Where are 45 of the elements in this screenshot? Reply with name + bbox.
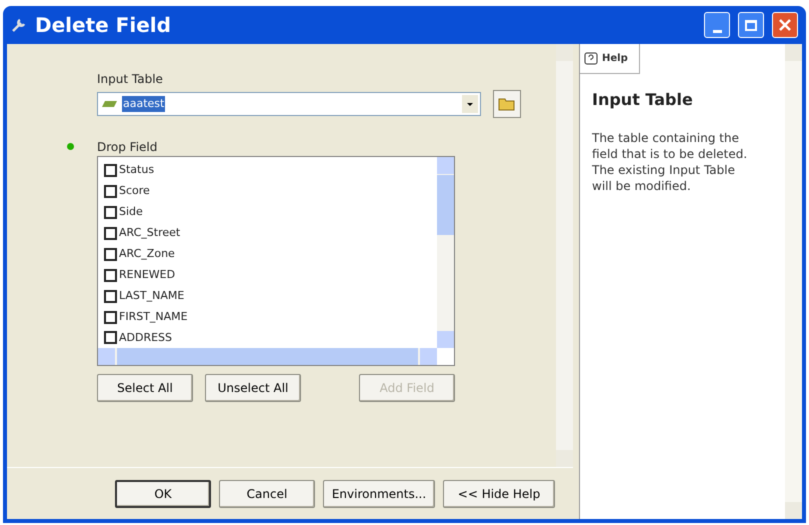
checklist-item[interactable]: Score <box>104 180 437 202</box>
help-tab[interactable]: Help <box>580 44 640 74</box>
checklist-item[interactable]: ARC_Zone <box>104 244 437 265</box>
vertical-scrollbar[interactable] <box>785 44 802 519</box>
field-label: Drop Field <box>97 139 158 156</box>
wrench-icon <box>11 17 27 33</box>
input-table-value: aaatest <box>122 96 166 112</box>
checklist-item[interactable]: LAST_NAME <box>104 286 437 307</box>
checkbox[interactable] <box>104 184 117 198</box>
checkbox[interactable] <box>104 290 117 303</box>
help-icon <box>584 52 598 66</box>
ok-button[interactable]: OK <box>115 480 211 508</box>
help-text: The table containing the field that is to be deleted. The existing Input Table will be modified. <box>592 130 748 194</box>
table-icon <box>102 100 118 108</box>
minimize-button[interactable] <box>704 12 730 38</box>
checkbox[interactable] <box>104 268 117 282</box>
checkbox[interactable] <box>104 310 117 324</box>
unselect-all-button[interactable]: Unselect All <box>205 374 301 402</box>
close-button[interactable] <box>772 12 798 38</box>
checklist-item[interactable]: ARC_Street <box>104 222 437 244</box>
checklist-item[interactable]: ADDRESS <box>104 328 437 348</box>
checkbox[interactable] <box>104 164 117 177</box>
checklist-item[interactable]: Side <box>104 202 437 223</box>
checkbox[interactable] <box>104 248 117 261</box>
environments-button[interactable]: Environments... <box>323 480 435 508</box>
cancel-button[interactable]: Cancel <box>219 480 315 508</box>
input-table-dropdown[interactable]: aaatest <box>97 92 481 116</box>
select-all-button[interactable]: Select All <box>97 374 193 402</box>
hide-help-button[interactable]: << Hide Help <box>443 480 555 508</box>
checklist-item[interactable]: Status <box>104 160 437 181</box>
open-folder-button[interactable] <box>493 90 521 118</box>
folder-icon <box>498 97 516 111</box>
vertical-scrollbar[interactable] <box>556 44 573 467</box>
window-title: Delete Field <box>35 12 172 39</box>
checklist-item[interactable]: FIRST_NAME <box>104 306 437 328</box>
vertical-scrollbar[interactable] <box>437 157 454 348</box>
help-title: Input Table <box>592 89 694 111</box>
checkbox[interactable] <box>104 331 117 344</box>
maximize-button[interactable] <box>738 12 764 38</box>
checkbox[interactable] <box>104 206 117 219</box>
field-label: Input Table <box>97 71 164 88</box>
close-icon <box>779 19 791 31</box>
horizontal-scrollbar[interactable] <box>98 348 437 365</box>
checklist-item[interactable]: RENEWED <box>104 264 437 286</box>
checkbox[interactable] <box>104 226 117 240</box>
